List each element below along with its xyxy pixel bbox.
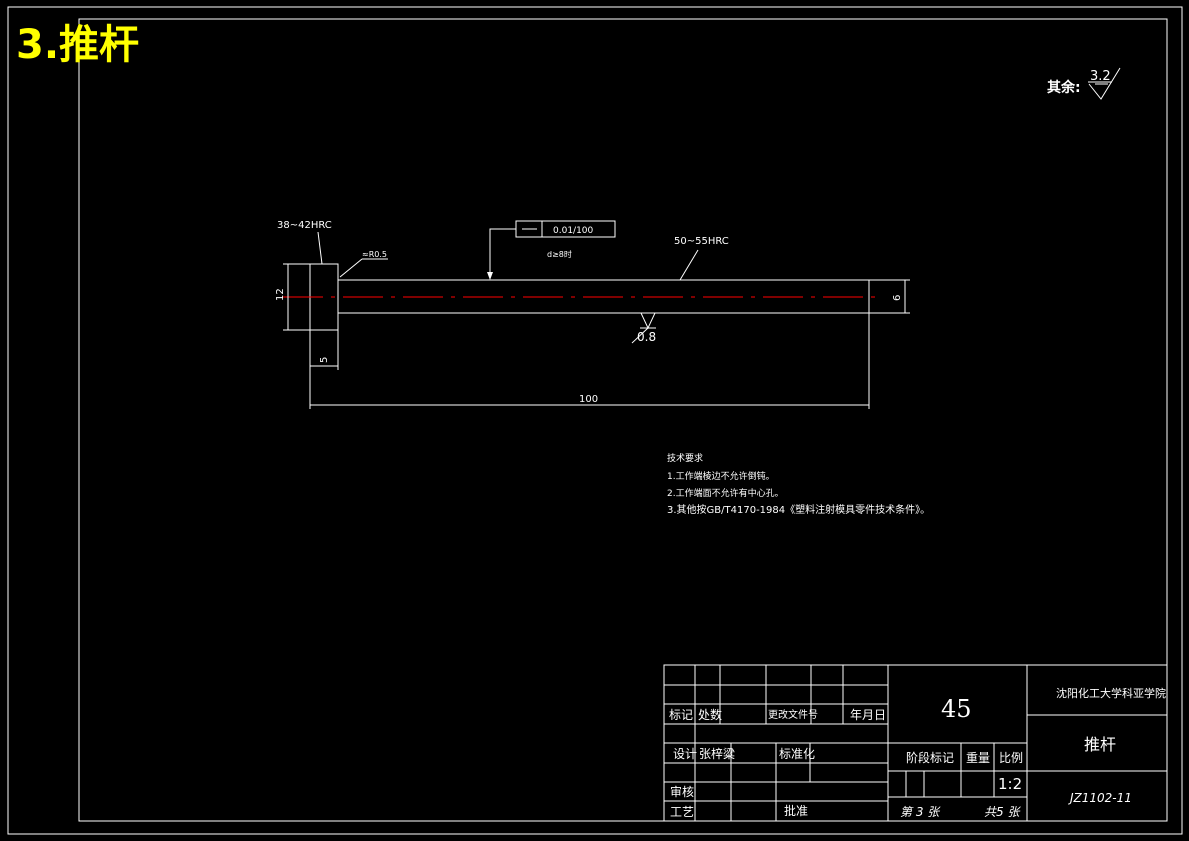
dim-rod-diameter-value: 6 <box>892 295 903 301</box>
tb-part-name: 推杆 <box>1084 735 1116 754</box>
tb-scale: 1:2 <box>998 775 1022 793</box>
tb-weight-label: 重量 <box>966 751 990 765</box>
tb-date-label: 年月日 <box>850 708 886 722</box>
tb-designer: 张梓粱 <box>699 746 735 761</box>
hardness-rod-label: 50~55HRC <box>674 236 729 247</box>
tb-material: 45 <box>941 695 972 723</box>
hardness-head-leader <box>317 231 323 265</box>
tb-count-label: 处数 <box>698 707 722 722</box>
tb-stage-label: 阶段标记 <box>906 750 954 765</box>
tb-mark-label: 标记 <box>669 708 693 722</box>
surface-finish-value: 0.8 <box>637 330 656 344</box>
dim-rod-diameter <box>869 279 910 314</box>
hardness-rod-leader <box>679 249 699 281</box>
tb-approve-label: 批准 <box>784 803 808 818</box>
drawing-heading: 3.推杆 <box>16 22 139 68</box>
roughness-other-label: 其余: <box>1047 79 1081 96</box>
tb-process-label: 工艺 <box>670 805 694 819</box>
tolerance-note: d≥8时 <box>547 249 572 259</box>
dim-head-height-value: 12 <box>275 288 286 301</box>
tech-requirement-item: 3.其他按GB/T4170-1984《塑料注射模具零件技术条件》。 <box>667 503 930 516</box>
outer-border <box>7 6 1183 835</box>
inner-border <box>78 18 1168 822</box>
tech-requirements-title: 技术要求 <box>667 452 703 464</box>
tb-docno-label: 更改文件号 <box>768 708 818 721</box>
tech-requirement-item: 1.工作端棱边不允许倒钝。 <box>667 470 775 482</box>
tb-total: 共5 张 <box>984 805 1021 819</box>
tolerance-leader <box>489 228 516 278</box>
tb-design-label: 设计 <box>673 747 697 761</box>
tb-sheet: 第 3 张 <box>900 805 941 819</box>
tb-scale-label: 比例 <box>999 751 1023 765</box>
dim-length-value: 100 <box>579 394 598 405</box>
hardness-head-label: 38~42HRC <box>277 220 332 231</box>
dim-head-width-value: 5 <box>319 357 330 363</box>
tolerance-value: 0.01/100 <box>553 226 594 236</box>
tb-standard-label: 标准化 <box>779 747 815 761</box>
cad-drawing: 3.推杆 其余: 3.2 38~42HRC ≈R0.5 0.01/100 d≥8… <box>7 6 1183 835</box>
tb-drawing-no: JZ1102-11 <box>1068 791 1132 805</box>
chamfer-leader <box>339 258 363 278</box>
tolerance-arrow-icon <box>487 272 493 280</box>
tech-requirement-item: 2.工作端面不允许有中心孔。 <box>667 487 784 499</box>
chamfer-note: ≈R0.5 <box>362 250 387 259</box>
title-block: 标记 处数 更改文件号 年月日 设计 张梓粱 标准化 审核 工艺 批准 45 阶… <box>663 664 1168 822</box>
tb-school: 沈阳化工大学科亚学院 <box>1056 686 1166 700</box>
tb-review-label: 审核 <box>670 784 694 799</box>
